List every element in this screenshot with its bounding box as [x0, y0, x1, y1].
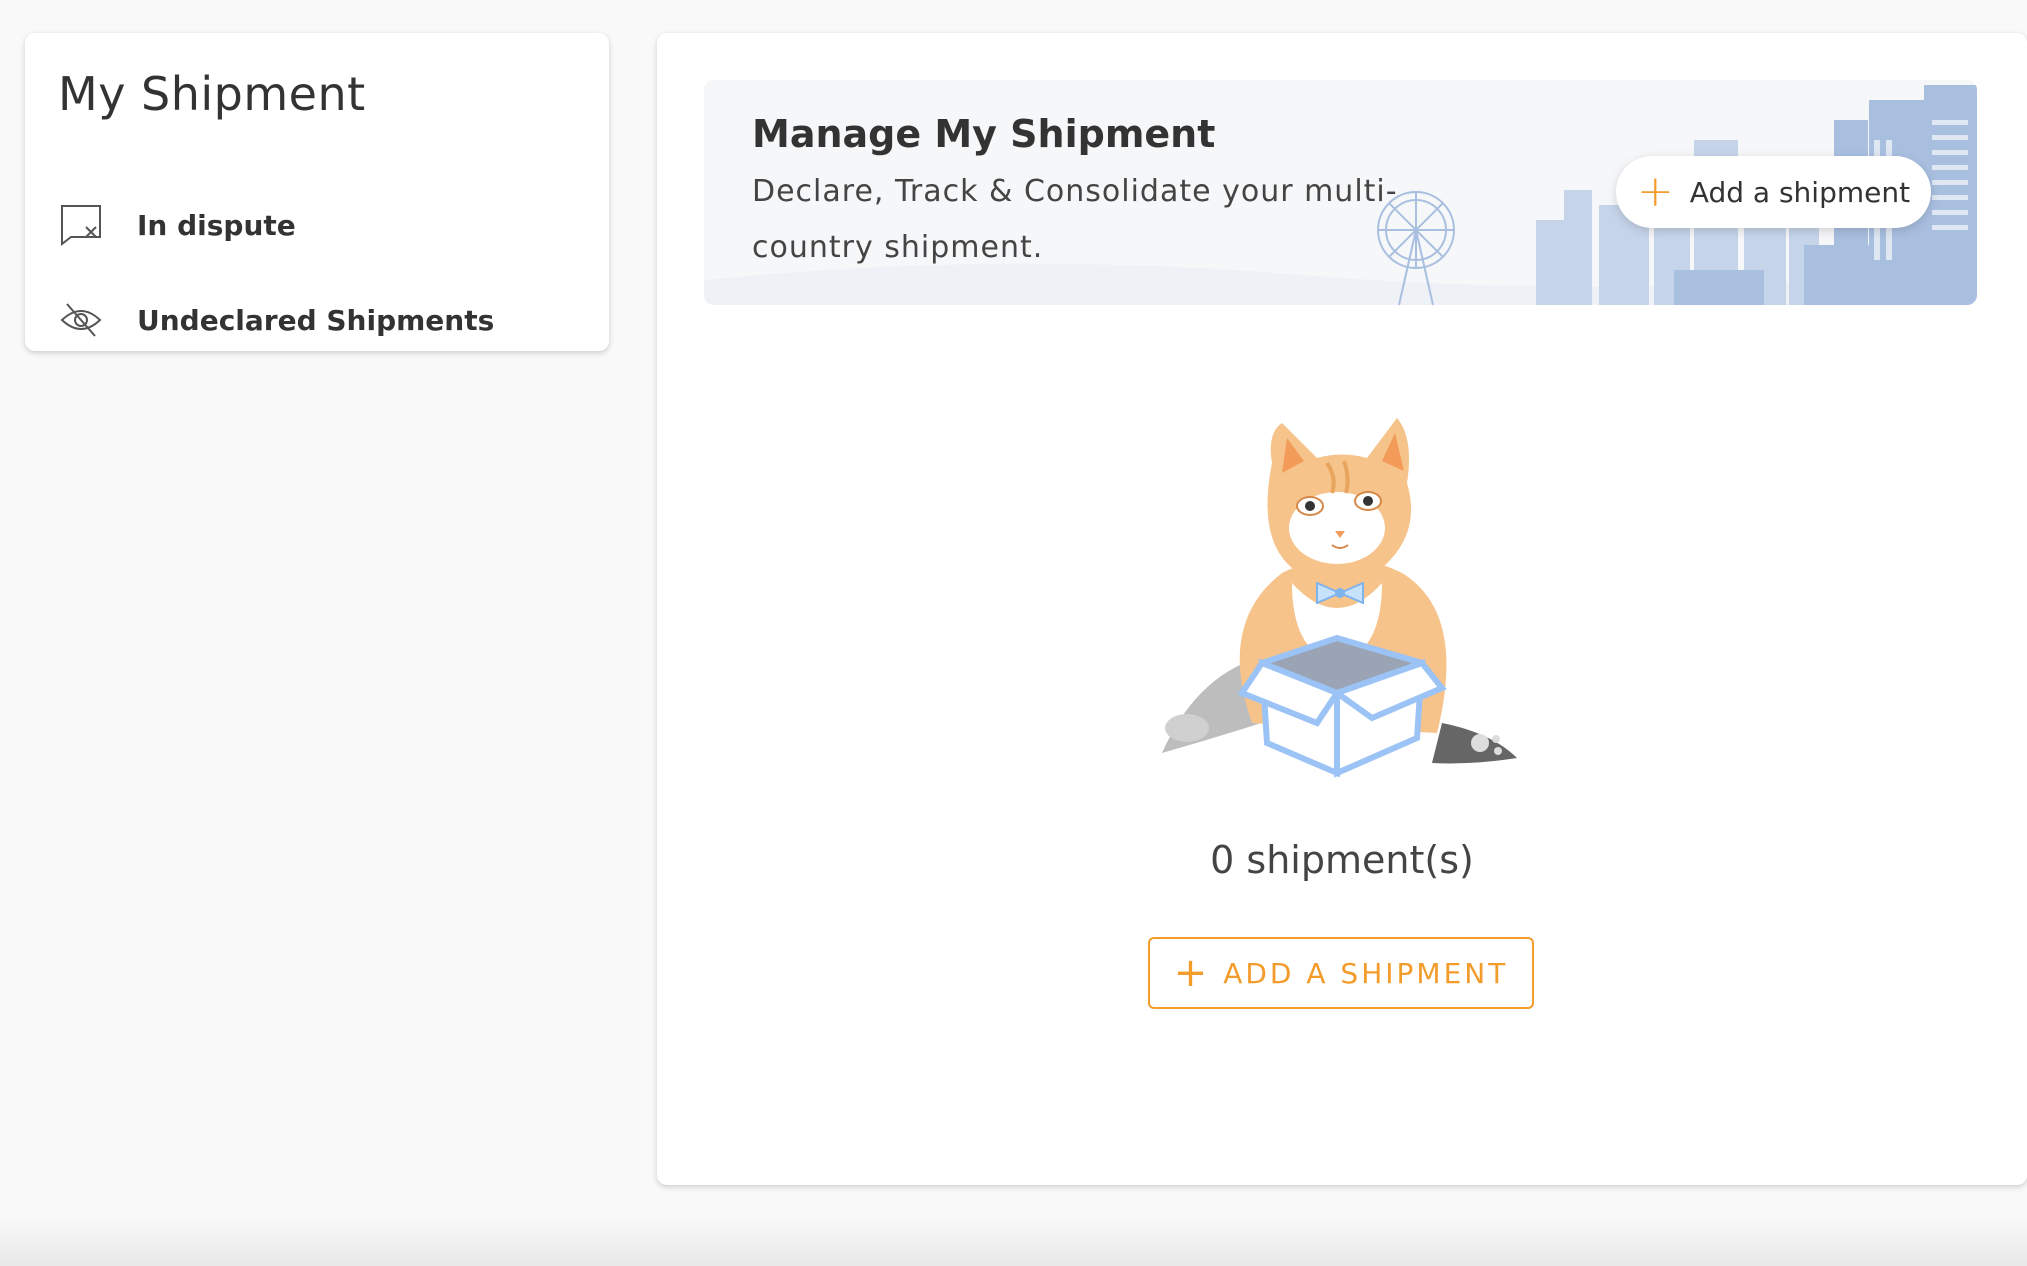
add-shipment-button[interactable]: + ADD A SHIPMENT	[1148, 937, 1534, 1009]
banner-title: Manage My Shipment	[752, 112, 1216, 156]
main-card: Manage My Shipment Declare, Track & Cons…	[657, 33, 2027, 1185]
plus-icon: +	[1173, 950, 1208, 996]
bottom-shade	[0, 1215, 2027, 1266]
add-shipment-label: ADD A SHIPMENT	[1223, 956, 1509, 990]
plus-icon: +	[1636, 166, 1674, 217]
shipment-count: 0 shipment(s)	[1210, 838, 1474, 882]
add-shipment-banner-label: Add a shipment	[1689, 175, 1911, 209]
sidebar-item-label: In dispute	[137, 208, 296, 242]
sidebar-title: My Shipment	[58, 67, 366, 121]
sidebar-item-undeclared[interactable]: Undeclared Shipments	[58, 290, 578, 350]
empty-cat-illustration	[1162, 418, 1517, 778]
add-shipment-banner-button[interactable]: + Add a shipment	[1616, 156, 1931, 228]
sidebar-item-label: Undeclared Shipments	[137, 303, 495, 337]
banner: Manage My Shipment Declare, Track & Cons…	[704, 80, 1977, 305]
sidebar-item-in-dispute[interactable]: In dispute	[58, 195, 578, 255]
eye-off-icon	[58, 297, 104, 343]
sidebar-card: My Shipment In dispute Undeclared Shipme…	[25, 33, 609, 351]
dispute-icon	[58, 202, 104, 248]
banner-description: Declare, Track & Consolidate your multi-…	[752, 174, 1398, 265]
